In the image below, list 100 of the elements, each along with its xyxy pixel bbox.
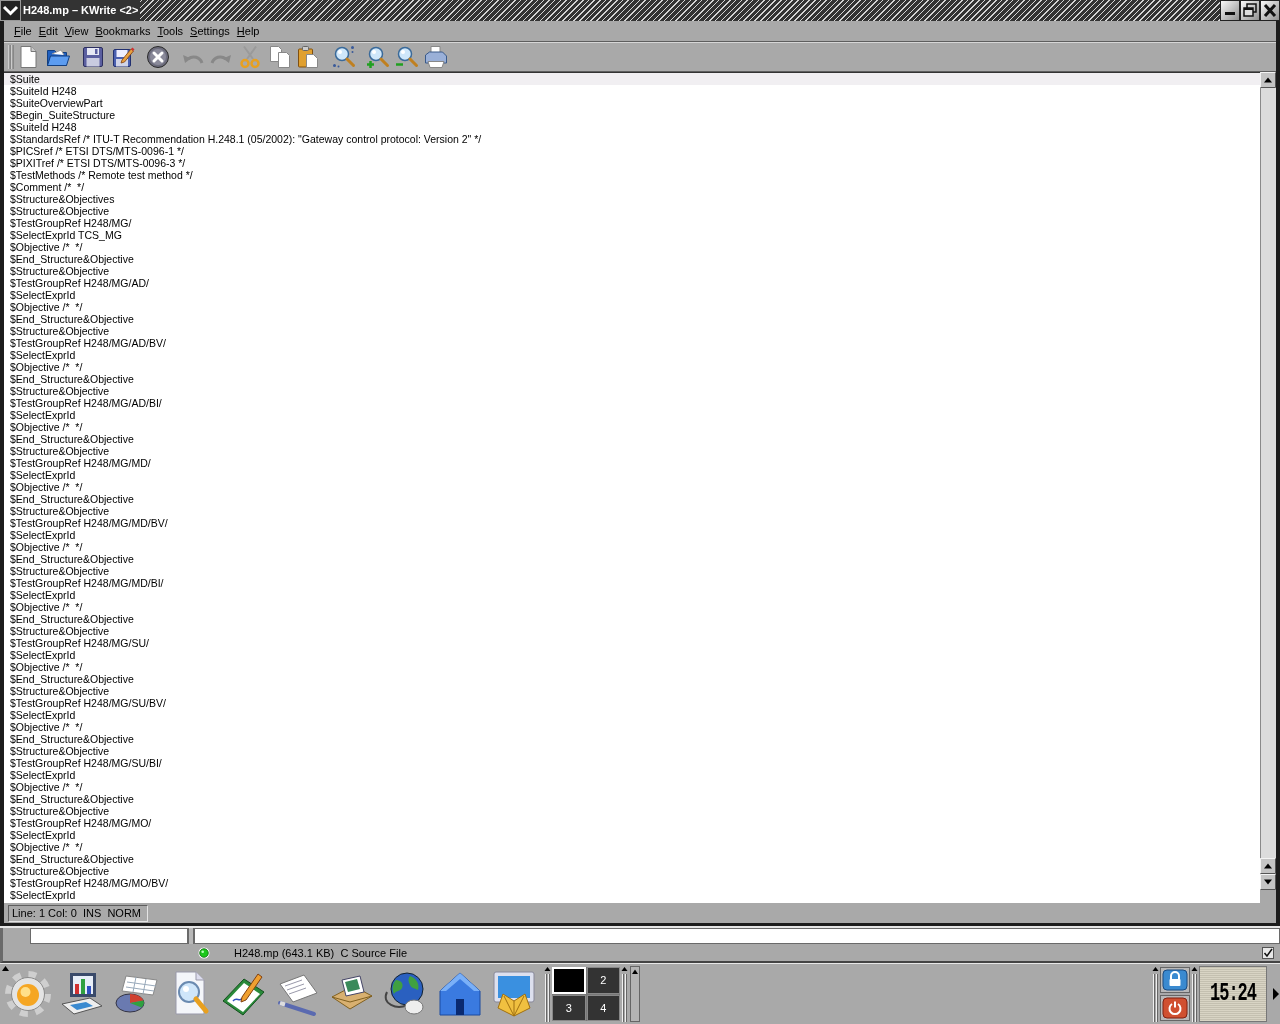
menu-item[interactable]: File: [14, 24, 32, 38]
code-line: $TestGroupRef H248/MG/MD/: [10, 457, 151, 469]
floppy-pencil-icon[interactable]: [111, 45, 135, 69]
code-line: $End_Structure&Objective: [10, 733, 134, 745]
code-line: $Objective /* */: [10, 601, 83, 613]
arrow-right-icon[interactable]: [1272, 988, 1280, 1000]
code-line: $PICSref /* ETSI DTS/MTS-0096-1 */: [10, 145, 184, 157]
chevron-down-icon[interactable]: [0, 0, 21, 21]
code-line: $SelectExprId TCS_MG: [10, 229, 122, 241]
close-icon[interactable]: [1260, 0, 1280, 21]
code-line: $Objective /* */: [10, 541, 83, 553]
copy-icon[interactable]: [268, 45, 292, 69]
code-line: $TestGroupRef H248/MG/AD/BI/: [10, 397, 162, 409]
code-line: $Objective /* */: [10, 781, 83, 793]
code-line: $Structure&Objective: [10, 205, 110, 217]
clock-time: 15:24: [1210, 982, 1256, 1006]
code-line: $SuiteId H248: [10, 121, 77, 133]
code-line: $Structure&Objective: [10, 865, 110, 877]
code-line: $TestGroupRef H248/MG/SU/BI/: [10, 757, 162, 769]
arrow-up-icon[interactable]: [1260, 72, 1276, 88]
file-info-status: H248.mp (643.1 KB) C Source File: [234, 945, 408, 960]
minimize-icon[interactable]: [1220, 0, 1240, 21]
code-line: $Objective /* */: [10, 241, 83, 253]
splitter-handle[interactable]: [188, 928, 194, 944]
code-line: $TestMethods /* Remote test method */: [10, 169, 193, 181]
power-icon[interactable]: [1160, 995, 1190, 1021]
pager-desktop[interactable]: 3: [552, 994, 586, 1021]
code-line: $SelectExprId: [10, 709, 76, 721]
code-line: $End_Structure&Objective: [10, 613, 134, 625]
code-line: $Objective /* */: [10, 841, 83, 853]
menu-item[interactable]: Bookmarks: [95, 24, 151, 38]
code-line: $SuiteId H248: [10, 85, 77, 97]
window-title: H248.mp – KWrite <2>: [21, 0, 141, 21]
led-icon: [198, 946, 210, 959]
tick-icon[interactable]: [1262, 946, 1274, 959]
code-line: $Structure&Objective: [10, 805, 110, 817]
code-line: $Structure&Objective: [10, 625, 110, 637]
code-line: $End_Structure&Objective: [10, 553, 134, 565]
monitor-shell-icon[interactable]: [490, 970, 538, 1018]
find-icon[interactable]: [332, 45, 356, 69]
text-field[interactable]: [30, 928, 188, 944]
code-line: $TestGroupRef H248/MG/AD/: [10, 277, 149, 289]
clipboard-icon[interactable]: [296, 45, 320, 69]
code-line: $SelectExprId: [10, 529, 76, 541]
menu-item[interactable]: Tools: [157, 24, 184, 38]
code-line: $SelectExprId: [10, 349, 76, 361]
code-line: $End_Structure&Objective: [10, 313, 134, 325]
pager-desktop[interactable]: 4: [586, 994, 620, 1021]
menu-item[interactable]: Edit: [38, 24, 58, 38]
code-line: $TestGroupRef H248/MG/SU/BV/: [10, 697, 166, 709]
code-line: $SelectExprId: [10, 289, 76, 301]
code-line: $SelectExprId: [10, 829, 76, 841]
code-line: $End_Structure&Objective: [10, 373, 134, 385]
code-line: $PIXITref /* ETSI DTS/MTS-0096-3 */: [10, 157, 186, 169]
code-line: $Begin_SuiteStructure: [10, 109, 116, 121]
code-line: $TestGroupRef H248/MG/SU/: [10, 637, 149, 649]
arrow-down-icon[interactable]: [1260, 874, 1276, 890]
code-line: $TestGroupRef H248/MG/: [10, 217, 132, 229]
zoom-in-icon[interactable]: [366, 45, 390, 69]
arrow-up-icon[interactable]: [1260, 858, 1276, 874]
panel-handle-icon[interactable]: [621, 966, 628, 1022]
code-line: $TestGroupRef H248/MG/MD/BV/: [10, 517, 168, 529]
code-line: $Structure&Objective: [10, 505, 110, 517]
pager-desktop[interactable]: [552, 967, 586, 994]
code-line: $TestGroupRef H248/MG/AD/BV/: [10, 337, 166, 349]
menu-item[interactable]: Settings: [190, 24, 230, 38]
code-line: $Structure&Objective: [10, 565, 110, 577]
code-line: $SelectExprId: [10, 469, 76, 481]
code-line: $Structure&Objective: [10, 325, 110, 337]
panel-handle-icon[interactable]: [1152, 966, 1159, 1022]
scroll-handle-icon[interactable]: [630, 966, 640, 1022]
code-line: $SelectExprId: [10, 889, 76, 901]
caret-up-icon[interactable]: [2, 966, 9, 971]
code-line: $StandardsRef /* ITU-T Recommendation H.248.1 (05/2002): "Gateway control protocol: Version 2" */: [10, 133, 482, 145]
code-line: $Structure&Objective: [10, 685, 110, 697]
printer-icon[interactable]: [424, 45, 448, 69]
code-line: $Objective /* */: [10, 361, 83, 373]
panel-handle-icon[interactable]: [1191, 966, 1198, 1022]
code-line: $Comment /* */: [10, 181, 85, 193]
code-line: $End_Structure&Objective: [10, 793, 134, 805]
panel-handle-icon[interactable]: [544, 966, 551, 1022]
lock-icon[interactable]: [1160, 967, 1190, 993]
menu-item[interactable]: Help: [236, 24, 260, 38]
code-line: $Objective /* */: [10, 421, 83, 433]
code-line: $Structure&Objective: [10, 385, 110, 397]
code-line: $End_Structure&Objective: [10, 673, 134, 685]
grip-icon[interactable]: [8, 45, 14, 69]
close-circle-icon[interactable]: [146, 45, 170, 69]
pager-desktop[interactable]: 2: [586, 967, 620, 994]
menu-item[interactable]: View: [64, 24, 89, 38]
code-line: $Objective /* */: [10, 481, 83, 493]
code-line: $SelectExprId: [10, 409, 76, 421]
house-icon[interactable]: [436, 970, 484, 1018]
restore-icon[interactable]: [1240, 0, 1260, 21]
code-line: $End_Structure&Objective: [10, 493, 134, 505]
code-line: $SuiteOverviewPart: [10, 97, 103, 109]
zoom-out-icon[interactable]: [395, 45, 419, 69]
code-line: $Structure&Objective: [10, 265, 110, 277]
code-line: $TestGroupRef H248/MG/MD/BI/: [10, 577, 164, 589]
text-field[interactable]: [194, 928, 1280, 944]
